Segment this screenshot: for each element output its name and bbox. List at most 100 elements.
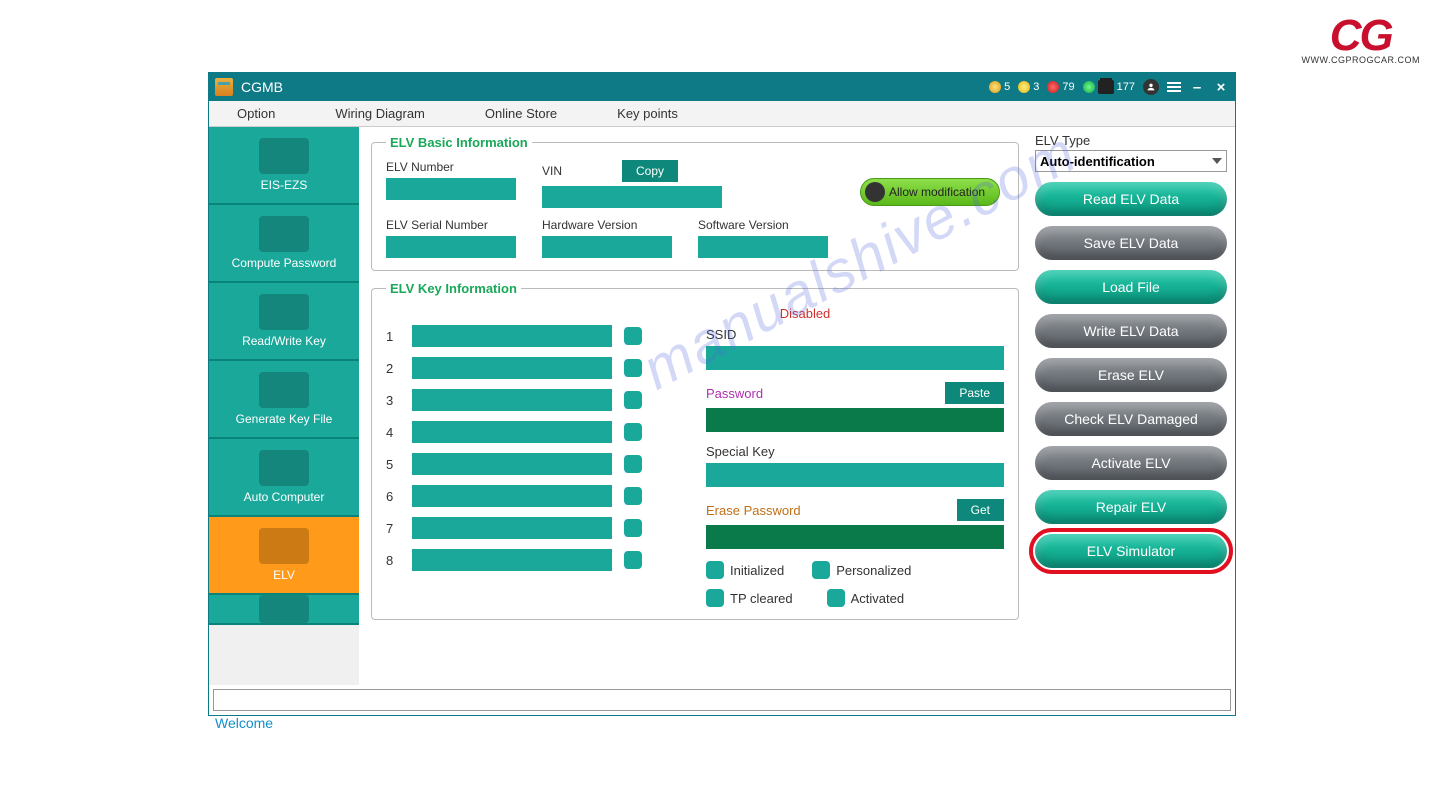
- key-disabled-checkbox[interactable]: [624, 391, 642, 409]
- tp-checkbox[interactable]: [706, 589, 724, 607]
- write-elv-data-button[interactable]: Write ELV Data: [1035, 314, 1227, 348]
- key-disabled-checkbox[interactable]: [624, 327, 642, 345]
- key-row-num: 6: [386, 489, 400, 504]
- sidebar-item-compute-password[interactable]: Compute Password: [209, 205, 359, 283]
- counter-green: 177: [1083, 80, 1135, 94]
- serial-label: ELV Serial Number: [386, 218, 516, 232]
- ssid-label: SSID: [706, 327, 1004, 342]
- sidebar-item-eis-ezs[interactable]: EIS-EZS: [209, 127, 359, 205]
- basic-fieldset: ELV Basic Information ELV Number VIN Cop…: [371, 135, 1019, 271]
- ssid-field[interactable]: [706, 346, 1004, 370]
- menubar: Option Wiring Diagram Online Store Key p…: [209, 101, 1235, 127]
- menu-store[interactable]: Online Store: [485, 106, 557, 121]
- titlebar-right: 5 3 79 177 – ×: [989, 79, 1229, 96]
- key-row-bar[interactable]: [412, 517, 612, 539]
- sidebar-item-label: Compute Password: [232, 256, 337, 270]
- key-row-num: 1: [386, 329, 400, 344]
- sw-field[interactable]: [698, 236, 828, 258]
- sidebar-item-more[interactable]: [209, 595, 359, 625]
- user-icon[interactable]: [1143, 79, 1159, 95]
- key-disabled-checkbox[interactable]: [624, 487, 642, 505]
- right-column: ELV Type Auto-identification Read ELV Da…: [1027, 127, 1235, 685]
- key-row-bar[interactable]: [412, 325, 612, 347]
- key-row-bar[interactable]: [412, 389, 612, 411]
- sidebar-glyph: [259, 528, 309, 564]
- key-row-bar[interactable]: [412, 549, 612, 571]
- serial-field[interactable]: [386, 236, 516, 258]
- basic-legend: ELV Basic Information: [386, 135, 532, 150]
- hw-field[interactable]: [542, 236, 672, 258]
- status-text: Welcome: [209, 711, 1235, 735]
- key-disabled-checkbox[interactable]: [624, 423, 642, 441]
- key-row-num: 5: [386, 457, 400, 472]
- sidebar-item-read-write-key[interactable]: Read/Write Key: [209, 283, 359, 361]
- get-button[interactable]: Get: [957, 499, 1004, 521]
- sidebar-item-elv[interactable]: ELV: [209, 517, 359, 595]
- app-icon: [215, 78, 233, 96]
- menu-icon[interactable]: [1167, 82, 1181, 92]
- menu-wiring[interactable]: Wiring Diagram: [335, 106, 425, 121]
- save-elv-data-button[interactable]: Save ELV Data: [1035, 226, 1227, 260]
- special-field[interactable]: [706, 463, 1004, 487]
- minimize-button[interactable]: –: [1189, 79, 1205, 96]
- read-elv-data-button[interactable]: Read ELV Data: [1035, 182, 1227, 216]
- key-row: 5: [386, 453, 666, 475]
- personalized-checkbox[interactable]: [812, 561, 830, 579]
- copy-button[interactable]: Copy: [622, 160, 678, 182]
- key-row-bar[interactable]: [412, 453, 612, 475]
- vin-field[interactable]: [542, 186, 722, 208]
- key-row-bar[interactable]: [412, 421, 612, 443]
- chevron-down-icon: [1212, 158, 1222, 164]
- key-disabled-checkbox[interactable]: [624, 359, 642, 377]
- erase-pwd-field[interactable]: [706, 525, 1004, 549]
- close-button[interactable]: ×: [1213, 79, 1229, 96]
- sw-label: Software Version: [698, 218, 828, 232]
- load-file-button[interactable]: Load File: [1035, 270, 1227, 304]
- repair-elv-button[interactable]: Repair ELV: [1035, 490, 1227, 524]
- sidebar-item-auto-computer[interactable]: Auto Computer: [209, 439, 359, 517]
- key-right: SSID Password Paste Special Key: [706, 325, 1004, 607]
- menu-option[interactable]: Option: [237, 106, 275, 121]
- allow-modification-toggle[interactable]: Allow modification: [860, 178, 1000, 206]
- keyinfo-legend: ELV Key Information: [386, 281, 521, 296]
- menu-keypoints[interactable]: Key points: [617, 106, 678, 121]
- initialized-checkbox[interactable]: [706, 561, 724, 579]
- sidebar-item-label: EIS-EZS: [261, 178, 308, 192]
- sidebar-item-label: ELV: [273, 568, 295, 582]
- key-row-num: 4: [386, 425, 400, 440]
- key-disabled-checkbox[interactable]: [624, 519, 642, 537]
- hw-label: Hardware Version: [542, 218, 672, 232]
- toggle-knob: [865, 182, 885, 202]
- paste-button[interactable]: Paste: [945, 382, 1004, 404]
- sidebar-glyph: [259, 595, 309, 623]
- counter-red: 79: [1047, 81, 1074, 93]
- sidebar-item-label: Generate Key File: [236, 412, 333, 426]
- sidebar-item-generate-key-file[interactable]: Generate Key File: [209, 361, 359, 439]
- elv-type-label: ELV Type: [1035, 133, 1227, 148]
- status-row: Initialized Personalized: [706, 561, 1004, 579]
- counter-gold: 5: [989, 81, 1010, 93]
- counter-gold2: 3: [1018, 81, 1039, 93]
- check-elv-damaged-button[interactable]: Check ELV Damaged: [1035, 402, 1227, 436]
- content: EIS-EZS Compute Password Read/Write Key Gen…: [209, 127, 1235, 685]
- brand-text: CG: [1302, 18, 1421, 53]
- activated-checkbox[interactable]: [827, 589, 845, 607]
- key-row-num: 7: [386, 521, 400, 536]
- key-disabled-checkbox[interactable]: [624, 455, 642, 473]
- key-disabled-checkbox[interactable]: [624, 551, 642, 569]
- key-row-bar[interactable]: [412, 357, 612, 379]
- sidebar-glyph: [259, 138, 309, 174]
- password-field[interactable]: [706, 408, 1004, 432]
- elv-simulator-button[interactable]: ELV Simulator: [1035, 534, 1227, 568]
- elv-type-select[interactable]: Auto-identification: [1035, 150, 1227, 172]
- elv-number-field[interactable]: [386, 178, 516, 200]
- statusbar: [213, 689, 1231, 711]
- disabled-header: Disabled: [606, 306, 1004, 321]
- key-row: 7: [386, 517, 666, 539]
- key-row-num: 3: [386, 393, 400, 408]
- sidebar-glyph: [259, 216, 309, 252]
- key-row-bar[interactable]: [412, 485, 612, 507]
- key-row: 1: [386, 325, 666, 347]
- activate-elv-button[interactable]: Activate ELV: [1035, 446, 1227, 480]
- erase-elv-button[interactable]: Erase ELV: [1035, 358, 1227, 392]
